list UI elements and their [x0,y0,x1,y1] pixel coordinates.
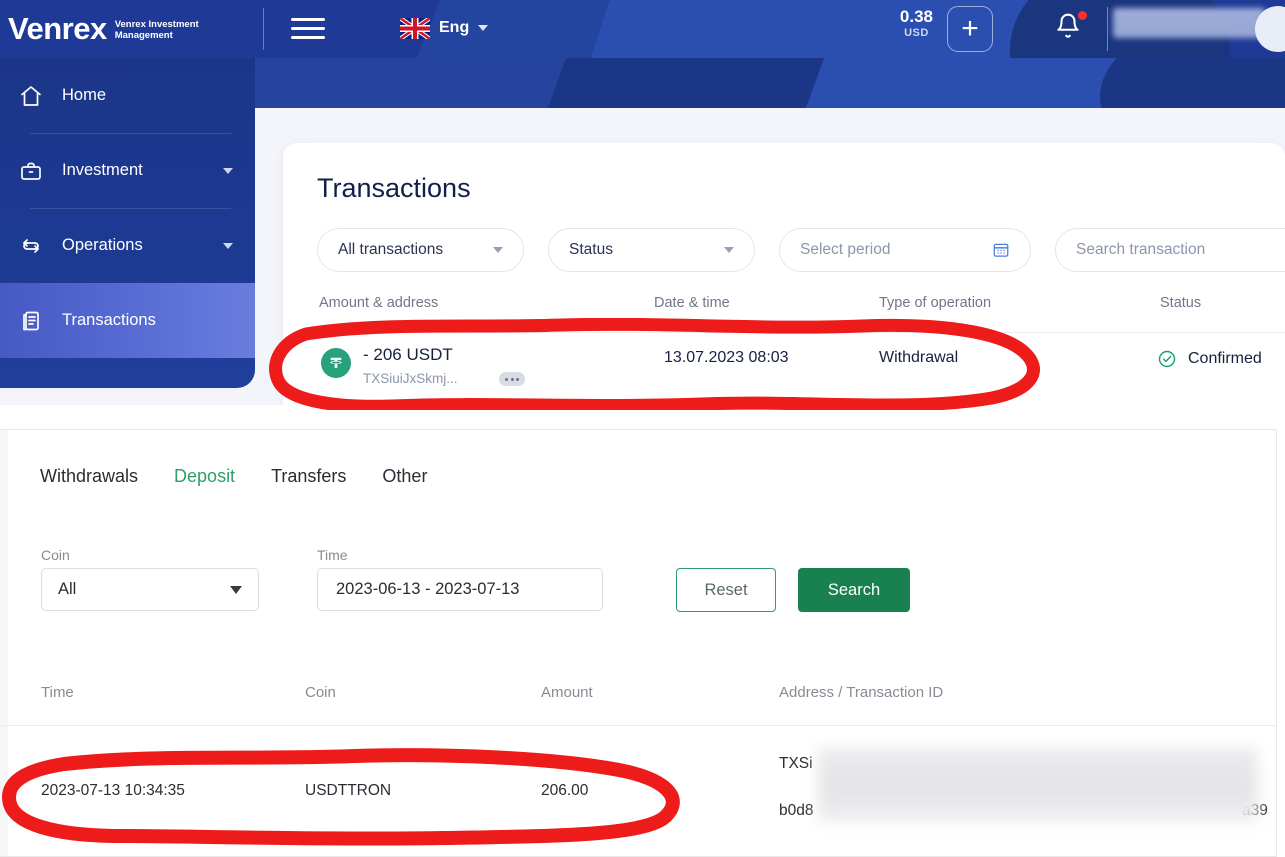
tab-deposit[interactable]: Deposit [174,466,235,487]
chevron-down-icon [724,247,734,253]
notification-dot [1078,11,1087,20]
language-selector[interactable]: Eng [400,11,489,45]
tab-other[interactable]: Other [382,466,427,487]
notifications-button[interactable] [1055,11,1087,46]
column-header-coin: Coin [305,684,336,701]
column-header-date-time: Date & time [654,295,730,311]
status-filter-select[interactable]: Status [548,228,755,272]
history-txid-prefix: b0d8 [779,802,814,819]
chevron-down-icon [230,585,242,594]
balance-amount: 0.38 [899,7,933,26]
user-name-redacted [1113,8,1265,38]
history-coin: USDTTRON [305,782,392,799]
table-row[interactable]: 2023-07-13 10:34:35 USDTTRON 206.00 TXSi… [0,726,1276,846]
app-header: Venrex Venrex Investment Management Eng … [0,0,1285,58]
check-circle-icon [1158,350,1176,368]
chevron-down-icon [478,25,489,31]
address-redacted [818,748,1258,822]
coin-field-label: Coin [41,547,70,563]
history-table-header: Time Coin Amount Address / Transaction I… [0,666,1276,726]
transaction-date: 13.07.2023 08:03 [664,349,789,366]
chevron-down-icon [493,247,503,253]
sidebar-item-label: Home [62,86,107,104]
hamburger-icon[interactable] [291,13,325,43]
tether-usdt-icon [321,348,351,378]
panel-separator [0,405,1285,429]
brand-tagline: Venrex Investment Management [115,17,200,41]
status-badge: Confirmed [1157,349,1262,369]
transaction-amount: - 206 USDT [363,345,453,364]
status-label: Confirmed [1188,350,1262,367]
screenshot-root: Venrex Venrex Investment Management Eng … [0,0,1285,857]
add-funds-button[interactable]: + [947,6,993,52]
type-filter-select[interactable]: All transactions [317,228,524,272]
filter-bar: All transactions Status Select period Se… [317,228,1285,272]
sidebar-item-investment[interactable]: Investment [0,133,255,208]
language-label: Eng [439,19,470,36]
sidebar-item-transactions[interactable]: Transactions [0,283,255,358]
brand-name: Venrex [8,11,107,46]
sidebar: Home Investment Operations Transactions [0,58,255,388]
transactions-table-header: Amount & address Date & time Type of ope… [317,295,1285,333]
balance-currency: USD [904,27,929,39]
time-range-input[interactable]: 2023-06-13 - 2023-07-13 [317,568,603,611]
column-header-address-txid: Address / Transaction ID [779,684,944,701]
history-amount: 206.00 [541,782,589,799]
hero-shape-3 [1100,58,1285,108]
tab-transfers[interactable]: Transfers [271,466,346,487]
time-field-label: Time [317,547,348,563]
history-address-prefix: TXSi [779,755,813,772]
exchange-history-panel: Withdrawals Deposit Transfers Other Coin… [0,429,1277,857]
column-header-status: Status [1160,295,1202,311]
period-filter-input[interactable]: Select period [779,228,1031,272]
search-transaction-input[interactable]: Search transaction [1055,228,1285,272]
sidebar-item-label: Transactions [62,311,156,329]
type-filter-value: All transactions [338,241,444,258]
venrex-app-panel: Venrex Venrex Investment Management Eng … [0,0,1285,405]
brand-tagline-line2: Management [114,30,173,41]
sidebar-item-label: Operations [62,236,143,254]
sidebar-item-label: Investment [62,161,143,179]
time-range-value: 2023-06-13 - 2023-07-13 [336,580,520,598]
coin-select-value: All [58,580,77,598]
column-header-type: Type of operation [879,295,992,311]
table-row[interactable]: - 206 USDT TXSiuiJxSkmj... 13.07.2023 08… [317,339,1285,401]
column-header-time: Time [41,684,74,701]
uk-flag-icon [400,17,430,39]
transactions-card: Transactions All transactions Status Sel… [283,143,1285,405]
period-placeholder: Select period [800,241,891,258]
briefcase-icon [18,158,44,184]
brand-tagline-line1: Venrex Investment [114,19,199,30]
header-divider-right [1107,7,1108,51]
document-list-icon [18,308,44,334]
tab-withdrawals[interactable]: Withdrawals [40,466,138,487]
brand-logo[interactable]: Venrex Venrex Investment Management [8,0,200,58]
page-title: Transactions [317,173,471,203]
transaction-type: Withdrawal [879,349,959,366]
transaction-address: TXSiuiJxSkmj... [363,371,458,386]
coin-select[interactable]: All [41,568,259,611]
header-divider-left [263,8,264,50]
chevron-down-icon [223,242,233,249]
home-icon [18,83,44,109]
sidebar-item-operations[interactable]: Operations [0,208,255,283]
ellipsis-badge-icon[interactable] [499,372,525,386]
history-time: 2023-07-13 10:34:35 [41,782,185,799]
hero-banner [255,58,1285,108]
column-header-amount-address: Amount & address [319,295,439,311]
status-filter-value: Status [569,241,613,258]
search-button[interactable]: Search [798,568,910,612]
balance-display: 0.38 USD [900,7,933,39]
history-tabs: Withdrawals Deposit Transfers Other [40,466,427,487]
reset-button[interactable]: Reset [676,568,776,612]
chevron-down-icon [223,167,233,174]
exchange-arrows-icon [18,233,44,259]
sidebar-item-home[interactable]: Home [0,58,255,133]
search-placeholder: Search transaction [1076,241,1206,258]
calendar-icon [992,241,1010,259]
column-header-amount: Amount [541,684,593,701]
